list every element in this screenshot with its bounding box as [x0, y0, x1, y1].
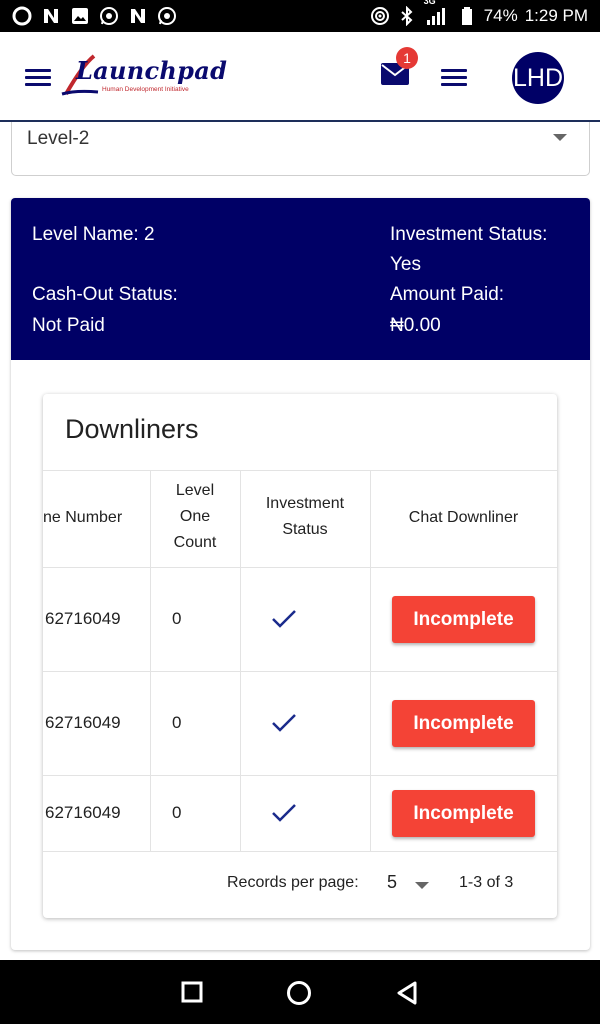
phone-number-cell: 62716049: [45, 609, 121, 628]
bluetooth-icon: [397, 6, 417, 26]
column-header-chat-downliner[interactable]: Chat Downliner: [370, 505, 557, 531]
column-header-line: Chat Downliner: [408, 509, 519, 526]
check-icon: [272, 610, 296, 628]
records-per-page-select[interactable]: 5: [387, 872, 397, 893]
column-header-phone[interactable]: ne Number: [43, 505, 150, 531]
table-divider: [43, 775, 557, 776]
clock: 1:29 PM: [524, 6, 588, 25]
chevron-down-icon: [553, 134, 567, 141]
whatsapp-icon: [157, 6, 177, 26]
column-header-line: One: [179, 508, 211, 525]
table-divider: [43, 567, 557, 568]
cashout-status-label: Cash-Out Status:: [32, 284, 178, 305]
column-header-investment-status[interactable]: Investment Status: [240, 491, 370, 543]
whatsapp-icon: [99, 6, 119, 26]
amount-paid-value: ₦0.00: [390, 315, 441, 336]
n-icon: [41, 6, 61, 26]
records-per-page-value: 5: [387, 872, 398, 892]
gallery-icon: [70, 6, 90, 26]
investment-status-value: Yes: [390, 254, 421, 275]
recents-icon[interactable]: [181, 981, 203, 1003]
column-header-level-one-count[interactable]: Level One Count: [150, 478, 240, 556]
column-header-line: Level: [175, 482, 215, 499]
level-name: Level Name: 2: [32, 224, 155, 245]
table-divider: [43, 470, 557, 471]
system-nav-bar: [0, 960, 600, 1024]
column-header-line: Status: [282, 521, 328, 538]
level-one-count-cell: 0: [172, 713, 182, 732]
app-bar: Launchpad Human Development Initiative 1…: [0, 32, 600, 122]
logo-text: Launchpad: [76, 56, 228, 85]
downliners-panel: Downliners ne Number Level One Count Inv…: [43, 394, 557, 918]
column-header-line: ne Number: [43, 509, 123, 526]
level-card: Level Name: 2 Investment Status: Yes Cas…: [11, 198, 590, 950]
check-icon: [272, 804, 296, 822]
amount-paid-label: Amount Paid:: [390, 284, 505, 305]
check-icon: [272, 714, 296, 732]
downliners-title: Downliners: [65, 414, 199, 444]
home-icon[interactable]: [286, 980, 312, 1006]
investment-status-label: Investment Status:: [390, 224, 548, 245]
system-icons: 3G 74% 1:29 PM: [370, 0, 588, 26]
incomplete-button[interactable]: Incomplete: [392, 596, 535, 643]
back-icon[interactable]: [395, 980, 419, 1006]
launchpad-logo[interactable]: Launchpad Human Development Initiative: [61, 52, 227, 102]
level-one-count-cell: 0: [172, 803, 182, 822]
notification-icons: [12, 6, 177, 26]
pagination-range: 1-3 of 3: [459, 874, 514, 891]
table-divider: [43, 671, 557, 672]
column-header-line: Investment: [265, 495, 345, 512]
chevron-down-icon[interactable]: [415, 882, 429, 889]
opera-icon: [12, 6, 32, 26]
table-divider: [43, 851, 557, 852]
logo-subtitle: Human Development Initiative: [102, 86, 189, 93]
phone-number-cell: 62716049: [45, 713, 121, 732]
level-info-panel: Level Name: 2 Investment Status: Yes Cas…: [11, 198, 590, 360]
incomplete-button[interactable]: Incomplete: [392, 790, 535, 837]
phone-number-cell: 62716049: [45, 803, 121, 822]
hotspot-icon: [370, 6, 390, 26]
level-select[interactable]: Level-2: [11, 122, 590, 176]
status-bar: 3G 74% 1:29 PM: [0, 0, 600, 32]
network-type: 3G: [423, 0, 436, 6]
records-per-page-label: Records per page:: [227, 874, 359, 891]
notification-badge: 1: [396, 47, 418, 69]
menu-icon[interactable]: [441, 66, 469, 88]
avatar[interactable]: LHD: [512, 52, 564, 104]
n-icon: [128, 6, 148, 26]
incomplete-button[interactable]: Incomplete: [392, 700, 535, 747]
signal-icon: 3G: [424, 0, 450, 26]
level-select-value: Level-2: [27, 128, 90, 149]
level-one-count-cell: 0: [172, 609, 182, 628]
menu-icon[interactable]: [25, 66, 53, 88]
column-header-line: Count: [173, 534, 217, 551]
battery-icon: [457, 6, 477, 26]
battery-level: 74%: [483, 6, 518, 25]
cashout-status-value: Not Paid: [32, 315, 105, 336]
